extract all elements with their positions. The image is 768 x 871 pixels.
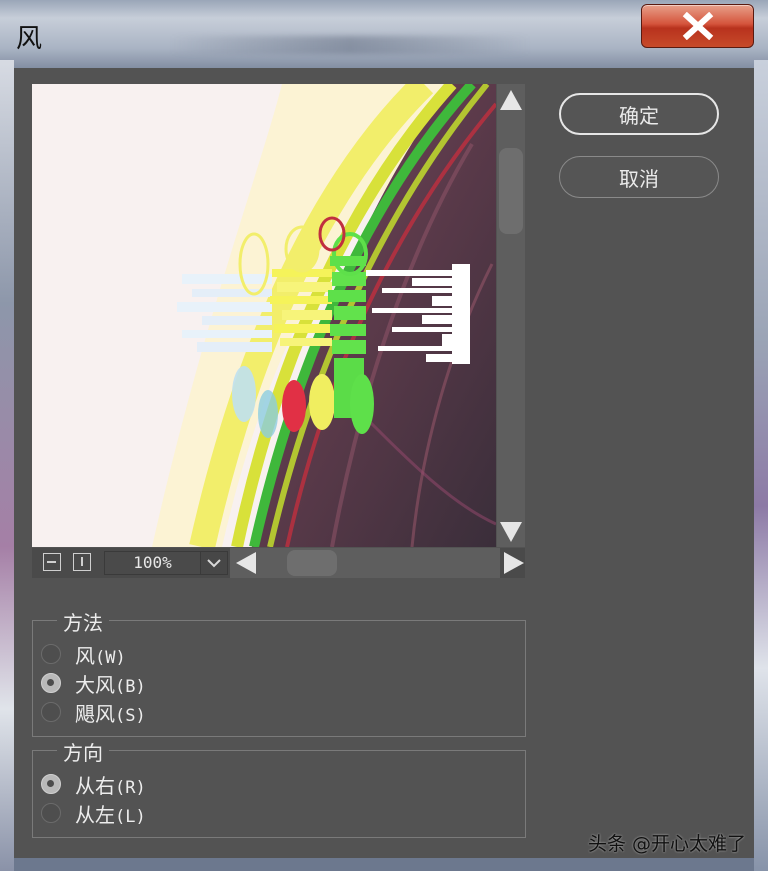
- watermark-text: 头条 @开心太难了: [588, 833, 747, 855]
- window-title: 风: [16, 24, 43, 54]
- chevron-down-icon: [207, 559, 221, 568]
- method-group-legend: 方法: [57, 607, 109, 636]
- zoom-in-button[interactable]: [73, 553, 91, 571]
- direction-group: 方向 从右(R) 从左(L): [32, 737, 526, 838]
- ok-button[interactable]: 确定: [559, 93, 719, 135]
- minus-icon: [47, 561, 56, 563]
- radio-label: 从左(L): [75, 802, 146, 827]
- preview-toolbar: 100%: [32, 548, 525, 578]
- zoom-out-button[interactable]: [43, 553, 61, 571]
- radio-label: 从右(R): [75, 773, 146, 798]
- titlebar-background: [170, 36, 530, 54]
- horizontal-scroll-thumb[interactable]: [287, 550, 337, 576]
- radio-button[interactable]: [41, 803, 61, 823]
- scroll-right-icon[interactable]: [504, 552, 524, 574]
- preview-vertical-scrollbar[interactable]: [497, 84, 525, 547]
- radio-option-wind[interactable]: 风(W): [41, 641, 126, 668]
- preview-image: [32, 84, 496, 547]
- close-icon: [682, 12, 713, 40]
- radio-button[interactable]: [41, 702, 61, 722]
- zoom-dropdown-button[interactable]: [200, 551, 228, 575]
- scroll-up-icon[interactable]: [500, 90, 522, 110]
- radio-option-from-left[interactable]: 从左(L): [41, 800, 146, 827]
- radio-label: 风(W): [75, 643, 126, 668]
- radio-button[interactable]: [41, 644, 61, 664]
- method-group: 方法 风(W) 大风(B) 飓风(S): [32, 607, 526, 737]
- scroll-down-icon[interactable]: [500, 522, 522, 542]
- plus-icon: [81, 557, 83, 566]
- direction-group-legend: 方向: [57, 737, 109, 766]
- radio-button-selected[interactable]: [41, 774, 61, 794]
- filter-preview[interactable]: [32, 84, 496, 547]
- radio-option-blast[interactable]: 大风(B): [41, 670, 146, 697]
- radio-label: 飓风(S): [75, 701, 146, 726]
- scroll-left-icon[interactable]: [236, 552, 256, 574]
- radio-label: 大风(B): [75, 672, 146, 697]
- vertical-scroll-thumb[interactable]: [499, 148, 523, 234]
- close-button[interactable]: [641, 4, 754, 48]
- preview-horizontal-scrollbar[interactable]: [230, 548, 524, 578]
- radio-button-selected[interactable]: [41, 673, 61, 693]
- frame-edge-left: [0, 60, 14, 871]
- radio-option-from-right[interactable]: 从右(R): [41, 771, 146, 798]
- zoom-level-field[interactable]: 100%: [104, 551, 201, 575]
- frame-edge-right: [754, 60, 768, 871]
- cancel-button[interactable]: 取消: [559, 156, 719, 198]
- radio-option-stagger[interactable]: 飓风(S): [41, 699, 146, 726]
